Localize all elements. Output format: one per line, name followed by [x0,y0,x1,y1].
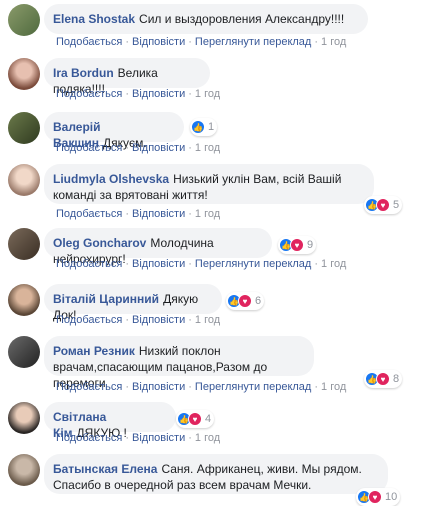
timestamp[interactable]: 1 год [195,208,220,220]
reply-link[interactable]: Відповісти [132,314,185,326]
love-icon: ♥ [290,238,304,252]
timestamp[interactable]: 1 год [321,258,346,270]
comment-bubble: Liudmyla Olshevska Низький уклін Вам, всі… [44,164,374,204]
like-link[interactable]: Подобається [56,208,122,220]
comment-bubble: Світлана Кім ДЯКУЮ ! [44,402,176,440]
like-link[interactable]: Подобається [56,381,122,393]
timestamp[interactable]: 1 год [195,432,220,444]
like-link[interactable]: Подобається [56,88,122,100]
like-link[interactable]: Подобається [56,432,122,444]
comment-actions: Подобається · Відповісти · Переглянути перек… [56,258,347,270]
timestamp[interactable]: 1 год [195,142,220,154]
reaction-summary[interactable]: 👍 ♥ 4 [176,410,215,428]
reaction-summary[interactable]: 👍 1 [190,118,218,136]
timestamp[interactable]: 1 год [195,314,220,326]
avatar[interactable] [8,4,40,36]
comment-actions: Подобається · Відповісти · 1 год [56,142,221,154]
comment-author[interactable]: Віталій Царинний [53,292,159,306]
like-link[interactable]: Подобається [56,258,122,270]
like-link[interactable]: Подобається [56,36,122,48]
avatar[interactable] [8,112,40,144]
avatar[interactable] [8,402,40,434]
reply-link[interactable]: Відповісти [132,36,185,48]
comment-author[interactable]: Ira Bordun [53,66,114,80]
reply-link[interactable]: Відповісти [132,88,185,100]
like-link[interactable]: Подобається [56,142,122,154]
love-icon: ♥ [238,294,252,308]
reaction-count: 9 [307,239,314,251]
comment-author[interactable]: Oleg Goncharov [53,236,146,250]
reply-link[interactable]: Відповісти [132,258,185,270]
reaction-count: 6 [255,295,262,307]
translate-link[interactable]: Переглянути переклад [195,36,311,48]
comment-author[interactable]: Liudmyla Olshevska [53,172,169,186]
avatar[interactable] [8,58,40,90]
reaction-summary[interactable]: 👍 ♥ 6 [226,292,265,310]
avatar[interactable] [8,454,40,486]
comment-author[interactable]: Роман Резник [53,344,135,358]
reaction-summary[interactable]: 👍 ♥ 9 [278,236,317,254]
like-icon: 👍 [191,120,205,134]
comment-bubble: Oleg Goncharov Молодчина нейрохирург! [44,228,272,266]
reaction-count: 8 [393,373,400,385]
love-icon: ♥ [376,198,390,212]
avatar[interactable] [8,228,40,260]
comment-author[interactable]: Батынская Елена [53,462,157,476]
reaction-summary[interactable]: 👍 ♥ 5 [364,196,403,214]
comment-text: Сил и выздоровления Александру!!!! [139,12,345,26]
comment-actions: Подобається · Відповісти · Переглянути перек… [56,381,347,393]
avatar[interactable] [8,336,40,368]
comment-bubble: Ira Bordun Велика подяка!!!! [44,58,210,96]
timestamp[interactable]: 1 год [321,381,346,393]
timestamp[interactable]: 1 год [195,88,220,100]
like-link[interactable]: Подобається [56,314,122,326]
comment-bubble: Валерій Вакшин Дякуєм. [44,112,184,150]
reply-link[interactable]: Відповісти [132,208,185,220]
avatar[interactable] [8,284,40,316]
comment-bubble: Батынская Елена Саня. Африканец, живи. Мы… [44,454,388,494]
timestamp[interactable]: 1 год [321,36,346,48]
reaction-count: 4 [205,413,212,425]
reply-link[interactable]: Відповісти [132,381,185,393]
love-icon: ♥ [368,490,382,504]
reaction-count: 1 [208,121,215,133]
reaction-count: 5 [393,199,400,211]
comment-actions: Подобається · Відповісти · 1 год [56,432,221,444]
avatar[interactable] [8,164,40,196]
reaction-summary[interactable]: 👍 ♥ 8 [364,370,403,388]
translate-link[interactable]: Переглянути переклад [195,381,311,393]
comment-actions: Подобається · Відповісти · 1 год [56,314,221,326]
reply-link[interactable]: Відповісти [132,432,185,444]
reply-link[interactable]: Відповісти [132,142,185,154]
comment-actions: Подобається · Відповісти · 1 год [56,88,221,100]
reaction-summary[interactable]: 👍 ♥ 10 [356,488,401,506]
love-icon: ♥ [188,412,202,426]
comment-actions: Подобається · Відповісти · 1 год [56,208,221,220]
comment-bubble: Віталій Царинний Дякую Док! [44,284,222,322]
reaction-count: 10 [385,491,398,503]
comment-bubble: Elena Shostak Сил и выздоровления Алексан… [44,4,368,34]
love-icon: ♥ [376,372,390,386]
translate-link[interactable]: Переглянути переклад [195,258,311,270]
comment-author[interactable]: Elena Shostak [53,12,135,26]
comment-actions: Подобається · Відповісти · Переглянути перек… [56,36,347,48]
comment-bubble: Роман Резник Низкий поклон врачам,спасающ… [44,336,314,390]
